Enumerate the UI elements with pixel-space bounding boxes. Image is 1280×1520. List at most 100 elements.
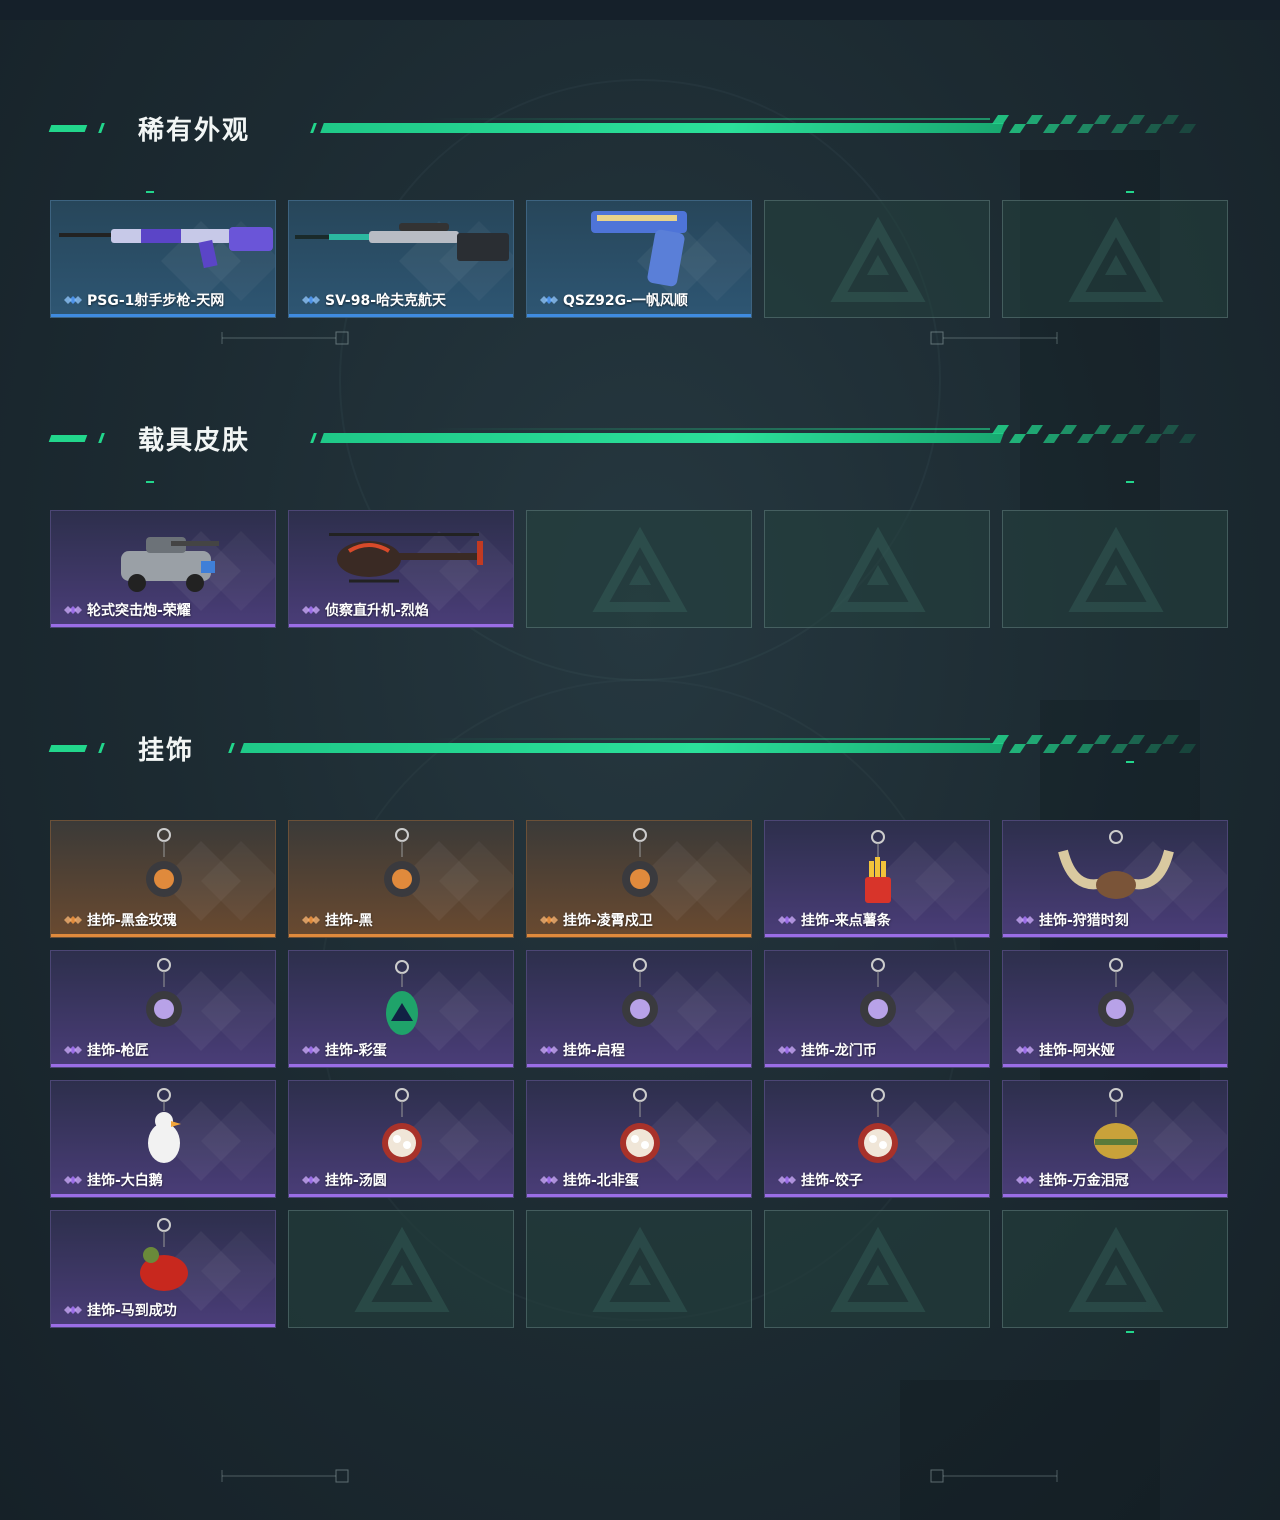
item-name: 侦察直升机-烈焰 bbox=[325, 603, 429, 619]
header-checker-pattern bbox=[992, 115, 1196, 133]
rarity-diamond-icon bbox=[1016, 1176, 1034, 1184]
rarity-bar bbox=[765, 1064, 989, 1067]
logo-watermark-icon bbox=[830, 216, 926, 302]
rarity-diamond-icon bbox=[778, 1176, 796, 1184]
rarity-diamond-icon bbox=[302, 1176, 320, 1184]
header-accent-slash bbox=[98, 743, 105, 753]
rarity-diamond-icon bbox=[778, 1046, 796, 1054]
item-card[interactable]: PSG-1射手步枪-天网 bbox=[50, 200, 276, 318]
item-label: 挂饰-彩蛋 bbox=[301, 1040, 387, 1060]
item-label: 轮式突击炮-荣耀 bbox=[63, 600, 191, 620]
item-name: 挂饰-汤圆 bbox=[325, 1173, 387, 1189]
item-name: 挂饰-枪匠 bbox=[87, 1043, 149, 1059]
header-accent-bar bbox=[48, 435, 88, 442]
empty-slot bbox=[288, 1210, 514, 1328]
header-accent-slash bbox=[98, 433, 105, 443]
rarity-diamond-icon bbox=[540, 1176, 558, 1184]
item-card[interactable]: 挂饰-彩蛋 bbox=[288, 950, 514, 1068]
item-card[interactable]: 侦察直升机-烈焰 bbox=[288, 510, 514, 628]
item-card[interactable]: 挂饰-来点薯条 bbox=[764, 820, 990, 938]
item-card[interactable]: 挂饰-黑 bbox=[288, 820, 514, 938]
item-card[interactable]: 挂饰-马到成功 bbox=[50, 1210, 276, 1328]
section-header-vehicle-skins: 载具皮肤 bbox=[0, 418, 1280, 458]
rarity-bar bbox=[289, 1064, 513, 1067]
hud-ruler bbox=[221, 1469, 1058, 1483]
item-card[interactable]: 挂饰-汤圆 bbox=[288, 1080, 514, 1198]
item-label: 挂饰-万金泪冠 bbox=[1015, 1170, 1129, 1190]
item-name: 挂饰-万金泪冠 bbox=[1039, 1173, 1129, 1189]
rarity-bar bbox=[289, 1194, 513, 1197]
item-name: 挂饰-来点薯条 bbox=[801, 913, 891, 929]
item-label: 挂饰-黑金玫瑰 bbox=[63, 910, 177, 930]
item-name: 挂饰-黑 bbox=[325, 913, 373, 929]
item-card[interactable]: 挂饰-北非蛋 bbox=[526, 1080, 752, 1198]
item-card[interactable]: 挂饰-大白鹅 bbox=[50, 1080, 276, 1198]
item-name: 挂饰-马到成功 bbox=[87, 1303, 177, 1319]
header-accent-bar bbox=[48, 125, 88, 132]
header-checker-pattern bbox=[992, 735, 1196, 753]
item-name: PSG-1射手步枪-天网 bbox=[87, 293, 225, 309]
item-label: 挂饰-狩猎时刻 bbox=[1015, 910, 1129, 930]
corner-tick bbox=[1126, 481, 1134, 483]
item-card[interactable]: 挂饰-启程 bbox=[526, 950, 752, 1068]
header-divider-line bbox=[320, 433, 1004, 443]
empty-slot bbox=[1002, 200, 1228, 318]
rarity-bar bbox=[289, 314, 513, 317]
rarity-bar bbox=[1003, 934, 1227, 937]
corner-tick bbox=[1126, 1331, 1134, 1333]
rarity-diamond-icon bbox=[1016, 1046, 1034, 1054]
item-name: QSZ92G-一帆风顺 bbox=[563, 293, 688, 309]
corner-tick bbox=[146, 191, 154, 193]
rarity-diamond-icon bbox=[64, 1046, 82, 1054]
item-label: 挂饰-饺子 bbox=[777, 1170, 863, 1190]
logo-watermark-icon bbox=[592, 526, 688, 612]
header-divider-line bbox=[240, 743, 1004, 753]
item-label: SV-98-哈夫克航天 bbox=[301, 290, 446, 310]
item-name: 挂饰-黑金玫瑰 bbox=[87, 913, 177, 929]
section-header-charms: 挂饰 bbox=[0, 728, 1280, 768]
rarity-bar bbox=[527, 934, 751, 937]
item-card[interactable]: 挂饰-枪匠 bbox=[50, 950, 276, 1068]
header-accent-slash bbox=[310, 433, 317, 443]
header-thin-line bbox=[430, 118, 990, 120]
rarity-diamond-icon bbox=[302, 296, 320, 304]
item-card[interactable]: QSZ92G-一帆风顺 bbox=[526, 200, 752, 318]
item-name: 挂饰-龙门币 bbox=[801, 1043, 877, 1059]
rarity-diamond-icon bbox=[302, 606, 320, 614]
rarity-bar bbox=[51, 1064, 275, 1067]
rarity-diamond-icon bbox=[64, 916, 82, 924]
item-card[interactable]: 挂饰-凌霄戍卫 bbox=[526, 820, 752, 938]
item-name: 挂饰-北非蛋 bbox=[563, 1173, 639, 1189]
item-name: 挂饰-凌霄戍卫 bbox=[563, 913, 653, 929]
rarity-bar bbox=[51, 934, 275, 937]
logo-watermark-icon bbox=[1068, 1226, 1164, 1312]
header-accent-bar bbox=[48, 745, 88, 752]
rarity-bar bbox=[765, 934, 989, 937]
item-card[interactable]: 挂饰-万金泪冠 bbox=[1002, 1080, 1228, 1198]
header-thin-line bbox=[430, 428, 990, 430]
item-card[interactable]: 挂饰-狩猎时刻 bbox=[1002, 820, 1228, 938]
rarity-bar bbox=[1003, 1064, 1227, 1067]
rarity-diamond-icon bbox=[64, 1176, 82, 1184]
item-card[interactable]: 挂饰-龙门币 bbox=[764, 950, 990, 1068]
rarity-bar bbox=[51, 624, 275, 627]
item-card[interactable]: 挂饰-饺子 bbox=[764, 1080, 990, 1198]
rarity-diamond-icon bbox=[302, 1046, 320, 1054]
rarity-diamond-icon bbox=[778, 916, 796, 924]
item-card[interactable]: 挂饰-阿米娅 bbox=[1002, 950, 1228, 1068]
item-label: 挂饰-北非蛋 bbox=[539, 1170, 639, 1190]
rarity-bar bbox=[1003, 1194, 1227, 1197]
item-label: 挂饰-来点薯条 bbox=[777, 910, 891, 930]
rarity-diamond-icon bbox=[540, 296, 558, 304]
item-card[interactable]: 轮式突击炮-荣耀 bbox=[50, 510, 276, 628]
corner-tick bbox=[146, 481, 154, 483]
header-divider-line bbox=[320, 123, 1004, 133]
item-label: 挂饰-黑 bbox=[301, 910, 373, 930]
item-card[interactable]: SV-98-哈夫克航天 bbox=[288, 200, 514, 318]
item-card[interactable]: 挂饰-黑金玫瑰 bbox=[50, 820, 276, 938]
item-label: 挂饰-阿米娅 bbox=[1015, 1040, 1115, 1060]
logo-watermark-icon bbox=[830, 1226, 926, 1312]
logo-watermark-icon bbox=[592, 1226, 688, 1312]
item-name: 挂饰-彩蛋 bbox=[325, 1043, 387, 1059]
header-thin-line bbox=[430, 738, 990, 740]
